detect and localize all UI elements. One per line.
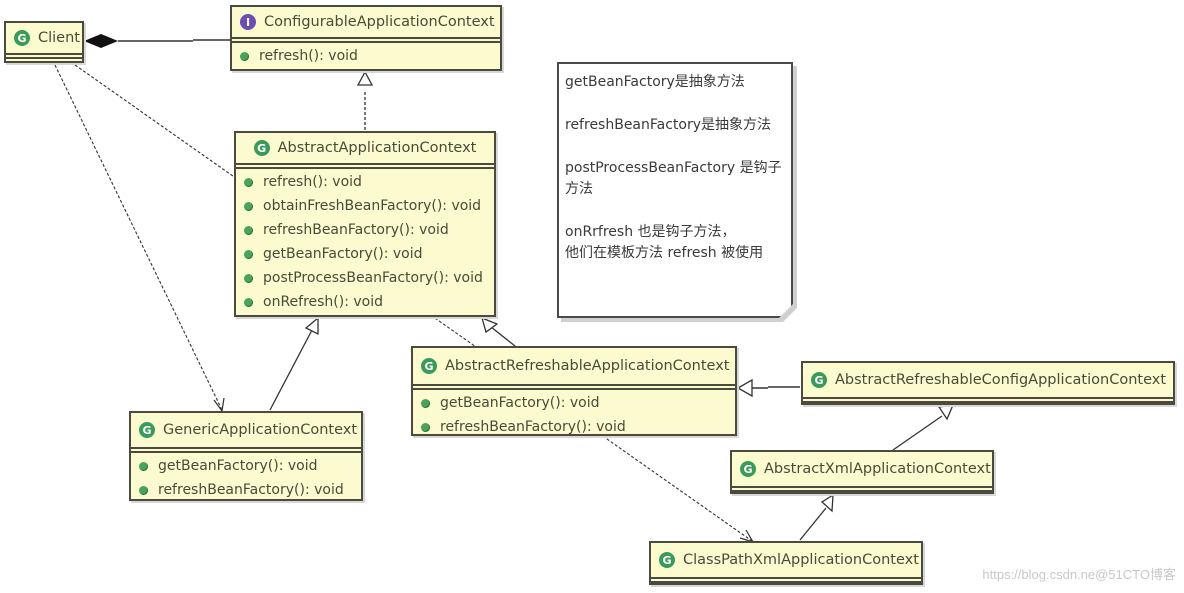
note-line: onRrfresh 也是钩子方法， 他们在模板方法 refresh 被使用	[565, 224, 764, 261]
method-signature: onRefresh(): void	[263, 294, 384, 310]
method-list: getBeanFactory(): void refreshBeanFactor…	[131, 453, 361, 504]
composition-client-configurable	[84, 34, 230, 48]
class-abstract-refreshable-application-context[interactable]: G AbstractRefreshableApplicationContext …	[411, 346, 737, 436]
watermark: https://blog.csdn.ne@51CTO博客	[982, 567, 1176, 582]
method-signature: refreshBeanFactory(): void	[158, 482, 344, 498]
generalization-refreshable-abstract	[481, 316, 516, 347]
class-icon: G	[421, 358, 437, 374]
method-signature: getBeanFactory(): void	[158, 458, 318, 474]
method-item[interactable]: getBeanFactory(): void	[131, 454, 361, 478]
class-name: AbstractRefreshableApplicationContext	[445, 358, 730, 374]
method-signature: refresh(): void	[263, 174, 362, 190]
method-item[interactable]: refresh(): void	[232, 44, 500, 68]
class-header: G Client	[6, 23, 82, 53]
hollow-triangle-icon	[356, 70, 374, 86]
method-item[interactable]: onRefresh(): void	[236, 290, 494, 314]
public-method-icon	[244, 201, 253, 211]
method-signature: getBeanFactory(): void	[440, 395, 600, 411]
class-abstract-application-context[interactable]: G AbstractApplicationContext refresh(): …	[234, 131, 496, 317]
method-item[interactable]: refreshBeanFactory(): void	[236, 218, 494, 242]
generalization-config-refreshable	[736, 378, 800, 398]
empty-compartment	[651, 577, 921, 583]
hollow-triangle-icon	[937, 404, 955, 421]
method-list: getBeanFactory(): void refreshBeanFactor…	[413, 390, 735, 441]
class-abstract-xml-application-context[interactable]: G AbstractXmlApplicationContext	[730, 450, 994, 494]
class-name: AbstractRefreshableConfigApplicationCont…	[835, 372, 1167, 388]
class-icon: G	[659, 552, 675, 568]
public-method-icon	[421, 398, 430, 408]
method-item[interactable]: obtainFreshBeanFactory(): void	[236, 194, 494, 218]
class-icon: G	[139, 422, 155, 438]
hollow-triangle-icon	[304, 316, 319, 336]
class-name: Client	[38, 30, 80, 46]
class-icon: G	[740, 461, 756, 477]
class-abstract-refreshable-config-application-context[interactable]: G AbstractRefreshableConfigApplicationCo…	[801, 361, 1175, 405]
class-icon: G	[253, 140, 270, 156]
note-line: refreshBeanFactory是抽象方法	[565, 117, 772, 133]
note[interactable]: getBeanFactory是抽象方法 refreshBeanFactory是抽…	[557, 62, 793, 318]
class-header: G AbstractRefreshableApplicationContext	[413, 348, 735, 384]
generalization-generic-abstract	[269, 316, 319, 411]
dependency-client-generic	[54, 64, 225, 413]
method-list: refresh(): void obtainFreshBeanFactory()…	[236, 169, 494, 316]
class-header: G AbstractApplicationContext	[236, 133, 494, 163]
class-name: AbstractApplicationContext	[277, 140, 477, 156]
interface-icon: I	[240, 14, 256, 30]
public-method-icon	[244, 177, 253, 187]
generalization-classpath-xml	[799, 493, 834, 541]
class-icon: G	[811, 372, 827, 388]
class-header: G AbstractXmlApplicationContext	[732, 452, 992, 486]
class-header: G ClassPathXmlApplicationContext	[651, 543, 921, 577]
open-arrow-icon	[213, 397, 225, 413]
method-item[interactable]: refresh(): void	[236, 170, 494, 194]
method-signature: postProcessBeanFactory(): void	[263, 270, 483, 286]
method-signature: obtainFreshBeanFactory(): void	[263, 198, 482, 214]
class-name: AbstractXmlApplicationContext	[764, 461, 991, 477]
class-generic-application-context[interactable]: G GenericApplicationContext getBeanFacto…	[129, 411, 363, 501]
method-signature: refreshBeanFactory(): void	[263, 222, 449, 238]
public-method-icon	[244, 273, 253, 283]
realization-abstract-configurable	[356, 70, 374, 132]
class-header: G AbstractRefreshableConfigApplicationCo…	[803, 363, 1173, 397]
method-signature: refreshBeanFactory(): void	[440, 419, 626, 435]
note-line: postProcessBeanFactory 是钩子方法	[565, 160, 782, 197]
public-method-icon	[244, 249, 253, 259]
note-line: getBeanFactory是抽象方法	[565, 74, 745, 90]
method-item[interactable]: getBeanFactory(): void	[236, 242, 494, 266]
public-method-icon	[240, 51, 249, 61]
hollow-triangle-icon	[820, 493, 834, 513]
class-classpath-xml-application-context[interactable]: G ClassPathXmlApplicationContext	[649, 541, 923, 585]
class-icon: G	[14, 30, 30, 46]
public-method-icon	[244, 297, 253, 307]
method-signature: refresh(): void	[259, 48, 358, 64]
empty-compartment	[6, 53, 82, 59]
public-method-icon	[139, 461, 148, 471]
method-item[interactable]: refreshBeanFactory(): void	[413, 415, 735, 439]
class-name: ConfigurableApplicationContext	[264, 14, 495, 30]
hollow-triangle-icon	[481, 316, 499, 334]
empty-compartment	[732, 486, 992, 492]
method-item[interactable]: refreshBeanFactory(): void	[131, 478, 361, 502]
class-header: I ConfigurableApplicationContext	[232, 7, 500, 37]
class-configurable-application-context[interactable]: I ConfigurableApplicationContext refresh…	[230, 5, 502, 71]
method-signature: getBeanFactory(): void	[263, 246, 423, 262]
class-client[interactable]: G Client	[4, 21, 84, 63]
composition-diamond-icon	[84, 34, 118, 48]
generalization-xml-config	[892, 404, 955, 451]
public-method-icon	[139, 485, 148, 495]
method-list: refresh(): void	[232, 43, 500, 70]
empty-compartment	[803, 397, 1173, 403]
method-item[interactable]: postProcessBeanFactory(): void	[236, 266, 494, 290]
hollow-triangle-icon	[736, 378, 753, 398]
public-method-icon	[244, 225, 253, 235]
public-method-icon	[421, 422, 430, 432]
class-header: G GenericApplicationContext	[131, 413, 361, 447]
class-name: GenericApplicationContext	[163, 422, 358, 438]
class-name: ClassPathXmlApplicationContext	[683, 552, 919, 568]
method-item[interactable]: getBeanFactory(): void	[413, 391, 735, 415]
